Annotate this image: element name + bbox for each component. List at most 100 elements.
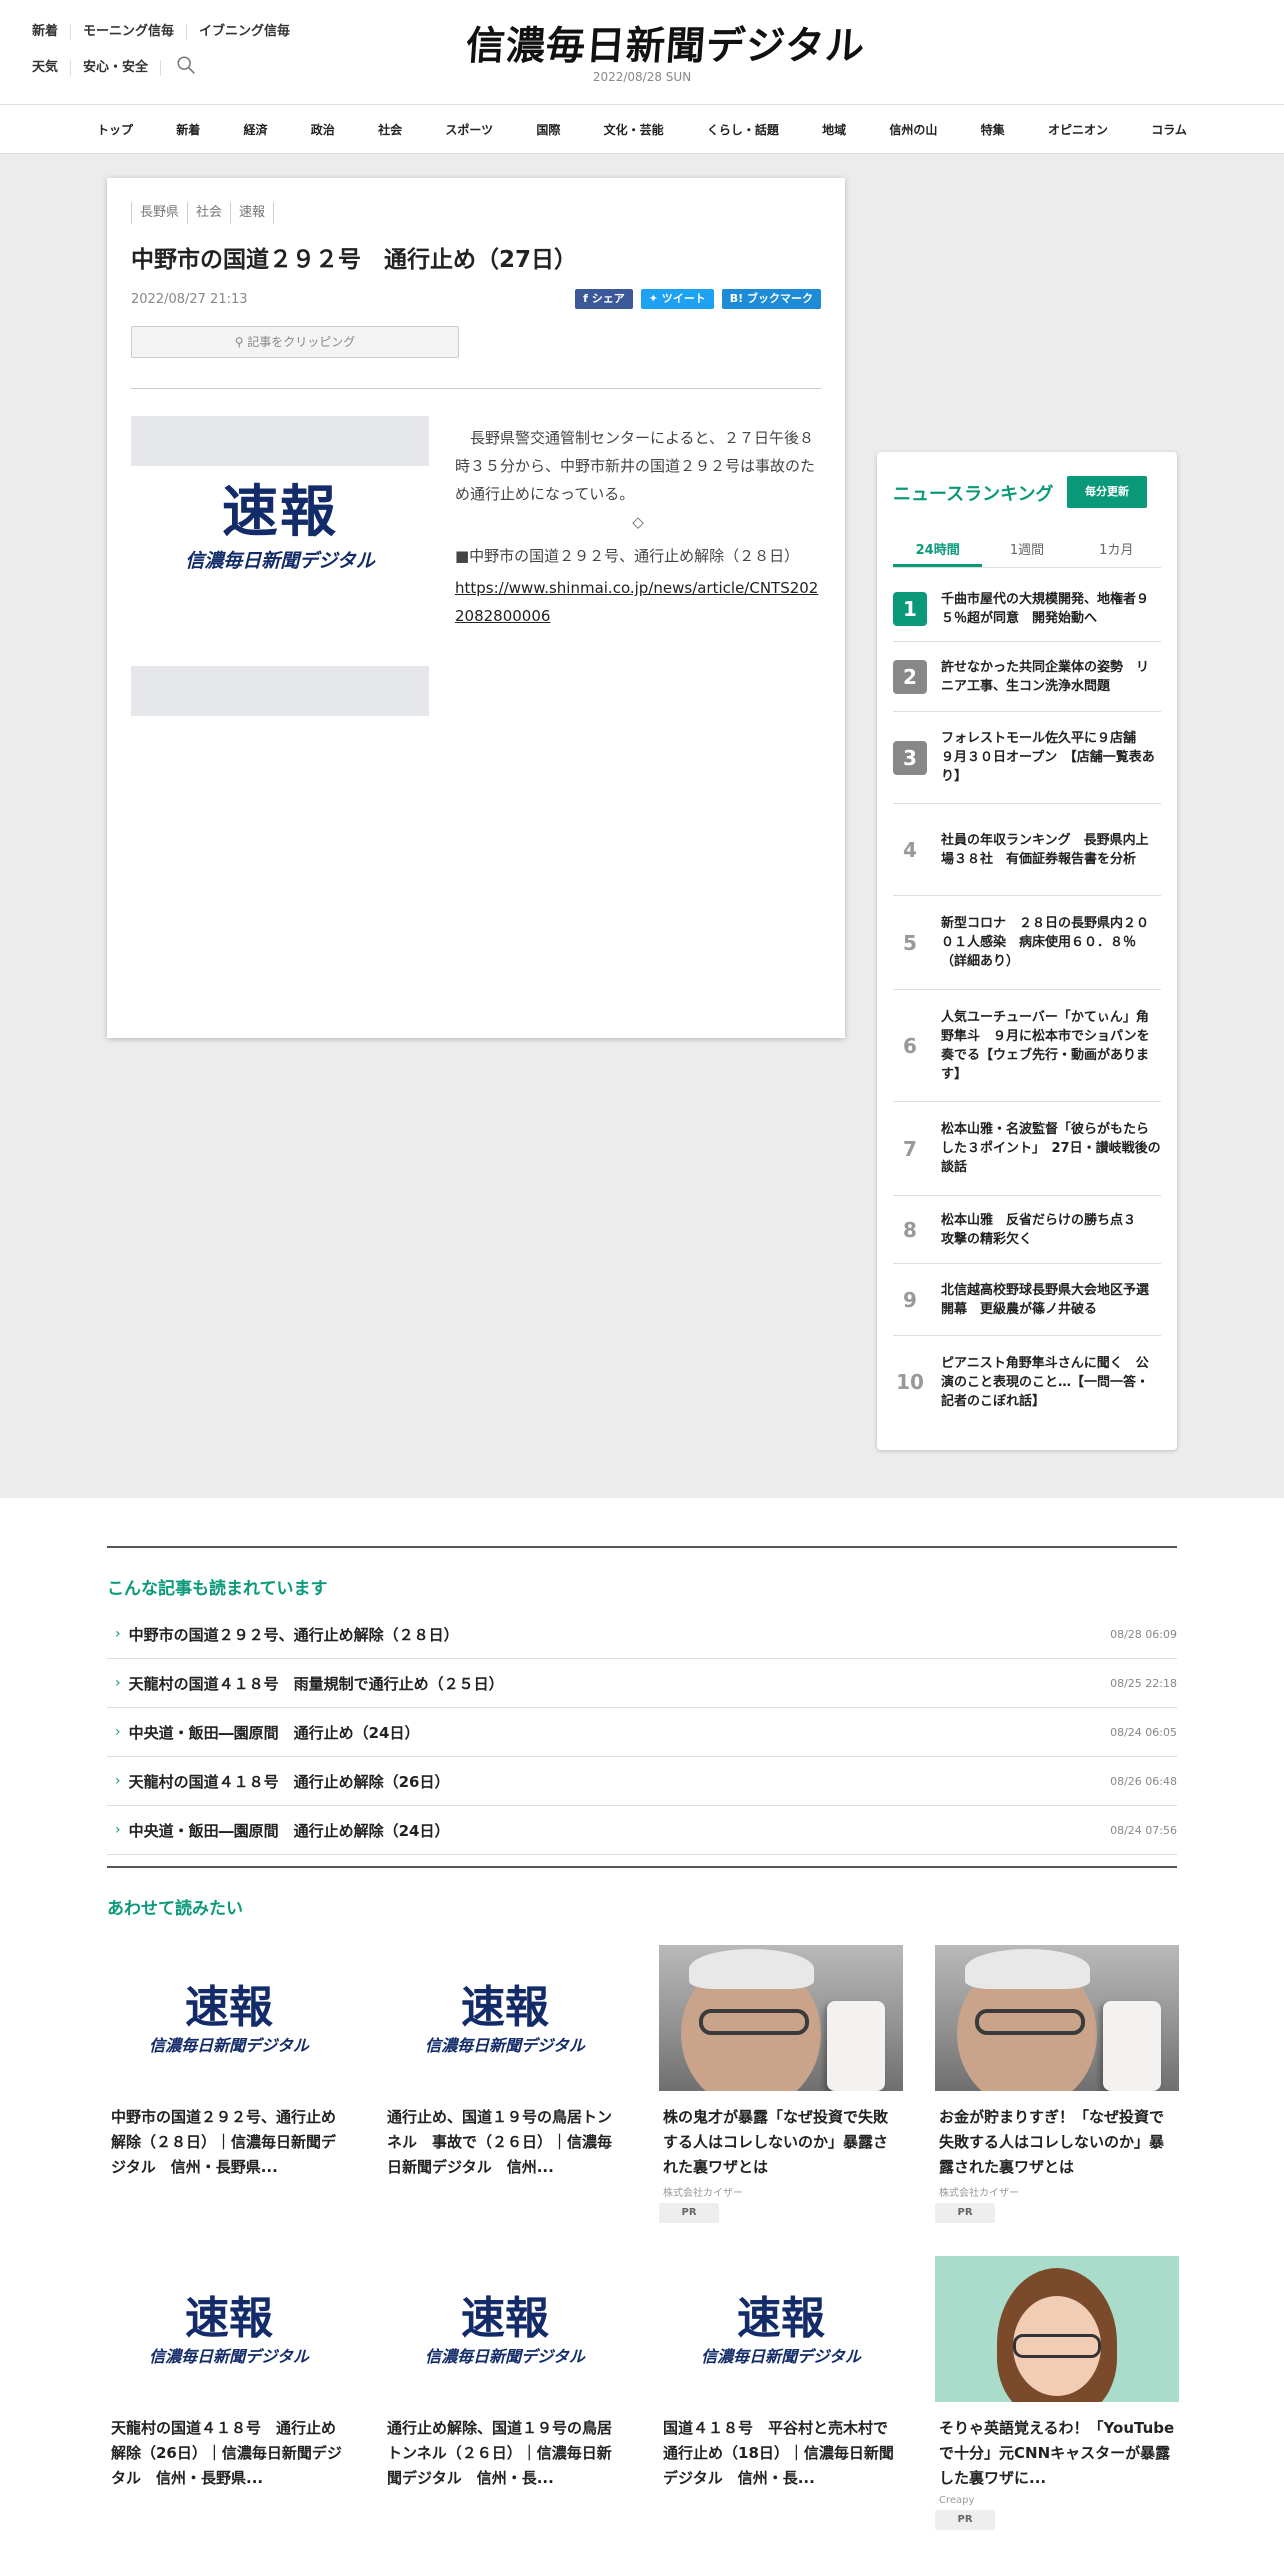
hatena-bookmark-button[interactable]: B! ブックマーク bbox=[721, 289, 821, 309]
facebook-share-label: シェア bbox=[591, 292, 625, 305]
chevron-right-icon: › bbox=[115, 1675, 121, 1691]
card-sponsor: 株式会社カイザー bbox=[663, 2188, 743, 2199]
ranking-item[interactable]: 6 人気ユーチューバー「かてぃん」角野隼斗 ９月に松本市でショパンを奏でる【ウェ… bbox=[893, 990, 1161, 1102]
facebook-icon: f bbox=[583, 292, 592, 305]
nav-item-sports[interactable]: スポーツ bbox=[445, 121, 493, 138]
breaking-news-label: 速報 bbox=[185, 2293, 273, 2344]
facebook-share-button[interactable]: f シェア bbox=[575, 289, 633, 309]
site-logo[interactable]: 信濃毎日新聞デジタル bbox=[464, 20, 866, 72]
header-link-morning[interactable]: モーニング信毎 bbox=[71, 24, 188, 40]
recommend-card-ad[interactable]: 株の鬼才が暴露「なぜ投資で失敗する人はコレしないのか」暴露された裏ワザとは 株式… bbox=[659, 1945, 903, 2223]
card-photo-elderly-man bbox=[935, 1945, 1179, 2091]
recommend-card[interactable]: 速報 信濃毎日新聞デジタル 通行止め解除、国道１９号の鳥居トンネル（２６日）｜信… bbox=[383, 2256, 627, 2530]
breaking-news-brand: 信濃毎日新聞デジタル bbox=[701, 2347, 861, 2366]
header-link-weather[interactable]: 天気 bbox=[32, 59, 72, 76]
rank-number: 7 bbox=[903, 1136, 917, 1161]
related-item[interactable]: › 中央道・飯田―園原間 通行止め（24日） 08/24 06:05 bbox=[107, 1708, 1177, 1757]
twitter-share-label: ツイート bbox=[661, 292, 706, 305]
related-date: 08/24 06:05 bbox=[1110, 1725, 1177, 1739]
nav-item-economy[interactable]: 経済 bbox=[244, 121, 268, 138]
nav-item-feature[interactable]: 特集 bbox=[981, 121, 1005, 138]
ranking-item[interactable]: 7 松本山雅・名波監督「彼らがもたらした３ポイント」 27日・讃岐戦後の談話 bbox=[893, 1102, 1161, 1196]
related-item[interactable]: › 中央道・飯田―園原間 通行止め解除（24日） 08/24 07:56 bbox=[107, 1806, 1177, 1855]
recommend-card[interactable]: 速報 信濃毎日新聞デジタル 中野市の国道２９２号、通行止め解除（２８日）｜信濃毎… bbox=[107, 1945, 351, 2223]
nav-item-opinion[interactable]: オピニオン bbox=[1048, 121, 1108, 138]
pr-badge: PR bbox=[659, 2203, 719, 2223]
hair-shape bbox=[965, 1949, 1090, 1989]
nav-item-region[interactable]: 地域 bbox=[822, 121, 846, 138]
ranking-item[interactable]: 5 新型コロナ ２８日の長野県内２００１人感染 病床使用６０．８％（詳細あり） bbox=[893, 896, 1161, 990]
rank-number: 2 bbox=[893, 659, 927, 694]
header-link-evening[interactable]: イブニング信毎 bbox=[187, 24, 302, 40]
breaking-news-label: 速報 bbox=[222, 480, 338, 545]
related-title: 天龍村の国道４１８号 雨量規制で通行止め（２５日） bbox=[128, 1674, 504, 1693]
related-date: 08/26 06:48 bbox=[1110, 1774, 1177, 1788]
nav-item-life[interactable]: くらし・話題 bbox=[707, 121, 779, 138]
twitter-share-button[interactable]: ✦ ツイート bbox=[640, 289, 714, 309]
breaking-news-image: 速報 信濃毎日新聞デジタル bbox=[131, 478, 429, 658]
ranking-item[interactable]: 4 社員の年収ランキング 長野県内上場３８社 有価証券報告書を分析 bbox=[893, 804, 1161, 896]
ranking-item[interactable]: 3 フォレストモール佐久平に９店舗 ９月３０日オープン 【店舗一覧表あり】 bbox=[893, 712, 1161, 804]
nav-item-mountain[interactable]: 信州の山 bbox=[889, 121, 937, 138]
recommend-card[interactable]: 速報 信濃毎日新聞デジタル 国道４１８号 平谷村と売木村で通行止め（18日）｜信… bbox=[659, 2256, 903, 2530]
tag-society[interactable]: 社会 bbox=[187, 202, 230, 224]
tag-nagano[interactable]: 長野県 bbox=[131, 202, 187, 224]
chevron-right-icon: › bbox=[115, 1724, 121, 1740]
nav-item-international[interactable]: 国際 bbox=[536, 121, 560, 138]
hatena-icon: B! bbox=[729, 292, 747, 305]
nav-item-new[interactable]: 新着 bbox=[176, 121, 200, 138]
clip-label: 記事をクリッピング bbox=[247, 335, 356, 349]
nav-item-culture[interactable]: 文化・芸能 bbox=[604, 121, 664, 138]
tab-1week[interactable]: 1週間 bbox=[982, 536, 1071, 567]
card-title: 国道４１８号 平谷村と売木村で通行止め（18日）｜信濃毎日新聞デジタル 信州・長… bbox=[663, 2419, 894, 2487]
tab-24h[interactable]: 24時間 bbox=[893, 536, 983, 567]
glasses-shape bbox=[975, 2009, 1085, 2035]
rank-title: 松本山雅・名波監督「彼らがもたらした３ポイント」 27日・讃岐戦後の談話 bbox=[941, 1122, 1161, 1175]
ranking-item[interactable]: 9 北信越高校野球長野県大会地区予選開幕 更級農が篠ノ井破る bbox=[893, 1264, 1161, 1336]
pr-badge: PR bbox=[935, 2203, 995, 2223]
related-title: 中央道・飯田―園原間 通行止め（24日） bbox=[128, 1723, 420, 1742]
card-thumbnail: 速報 信濃毎日新聞デジタル bbox=[659, 2256, 903, 2402]
search-button[interactable] bbox=[161, 54, 209, 81]
bookmark-label: ブックマーク bbox=[747, 292, 813, 305]
breaking-news-brand: 信濃毎日新聞デジタル bbox=[185, 550, 375, 572]
nav-item-column[interactable]: コラム bbox=[1151, 121, 1187, 138]
phone-shape bbox=[827, 2001, 885, 2091]
article-separator: ◇ bbox=[632, 513, 644, 531]
related-item[interactable]: › 天龍村の国道４１８号 通行止め解除（26日） 08/26 06:48 bbox=[107, 1757, 1177, 1806]
header-link-safety[interactable]: 安心・安全 bbox=[71, 59, 162, 76]
phone-shape bbox=[1103, 2001, 1161, 2091]
recommend-card-ad[interactable]: お金が貯まりすぎ！「なぜ投資で失敗する人はコレしないのか」暴露された裏ワザとは … bbox=[935, 1945, 1179, 2223]
tab-1month[interactable]: 1カ月 bbox=[1072, 536, 1161, 567]
recommend-card[interactable]: 速報 信濃毎日新聞デジタル 天龍村の国道４１８号 通行止め解除（26日）｜信濃毎… bbox=[107, 2256, 351, 2530]
article-body: 長野県警交通管制センターによると、２７日午後８時３５分から、中野市新井の国道２９… bbox=[455, 424, 821, 630]
ranking-item[interactable]: 1 千曲市屋代の大規模開発、地権者９５％超が同意 開発始動へ bbox=[893, 576, 1161, 642]
nav-item-politics[interactable]: 政治 bbox=[311, 121, 335, 138]
header-link-new[interactable]: 新着 bbox=[32, 24, 72, 40]
main-nav: トップ 新着 経済 政治 社会 スポーツ 国際 文化・芸能 くらし・話題 地域 … bbox=[0, 104, 1284, 154]
ranking-item[interactable]: 8 松本山雅 反省だらけの勝ち点３ 攻撃の精彩欠く bbox=[893, 1196, 1161, 1264]
recommend-card-ad[interactable]: そりゃ英語覚えるわ！「YouTubeで十分」元CNNキャスターが暴露した裏ワザに… bbox=[935, 2256, 1179, 2530]
rank-title: ピアニスト角野隼斗さんに聞く 公演のこと表現のこと…【一問一答・記者のこぼれ話】 bbox=[941, 1355, 1150, 1409]
related-item[interactable]: › 中野市の国道２９２号、通行止め解除（２８日） 08/28 06:09 bbox=[107, 1610, 1177, 1659]
header-links-top: 新着 モーニング信毎 イブニング信毎 bbox=[32, 24, 302, 40]
rank-number: 3 bbox=[893, 740, 927, 775]
recommend-card[interactable]: 速報 信濃毎日新聞デジタル 通行止め、国道１９号の鳥居トンネル 事故で（２６日）… bbox=[383, 1945, 627, 2223]
recommend-row: 速報 信濃毎日新聞デジタル 天龍村の国道４１８号 通行止め解除（26日）｜信濃毎… bbox=[107, 2256, 1179, 2530]
nav-item-top[interactable]: トップ bbox=[97, 121, 133, 138]
article-link[interactable]: https://www.shinmai.co.jp/news/article/C… bbox=[455, 579, 818, 625]
chevron-right-icon: › bbox=[115, 1626, 121, 1642]
nav-item-society[interactable]: 社会 bbox=[378, 121, 402, 138]
article-card: 長野県 社会 速報 中野市の国道２９２号 通行止め（27日） 2022/08/2… bbox=[107, 178, 845, 1038]
news-ranking: ニュースランキング 毎分更新 24時間 1週間 1カ月 1 千曲市屋代の大規模開… bbox=[877, 452, 1177, 1450]
related-title: 中央道・飯田―園原間 通行止め解除（24日） bbox=[128, 1821, 450, 1840]
card-thumbnail: 速報 信濃毎日新聞デジタル bbox=[383, 1945, 627, 2091]
related-item[interactable]: › 天龍村の国道４１８号 雨量規制で通行止め（２５日） 08/25 22:18 bbox=[107, 1659, 1177, 1708]
clip-button[interactable]: ⚲ 記事をクリッピング bbox=[131, 326, 459, 358]
card-sponsor: Creapy bbox=[939, 2495, 975, 2506]
tag-breaking[interactable]: 速報 bbox=[230, 202, 275, 224]
rank-number: 8 bbox=[903, 1217, 917, 1242]
header-links-bottom: 天気 安心・安全 bbox=[32, 54, 209, 81]
ranking-item[interactable]: 2 許せなかった共同企業体の姿勢 リニア工事、生コン洗浄水問題 bbox=[893, 642, 1161, 712]
ranking-item[interactable]: 10 ピアニスト角野隼斗さんに聞く 公演のこと表現のこと…【一問一答・記者のこぼ… bbox=[893, 1336, 1161, 1428]
